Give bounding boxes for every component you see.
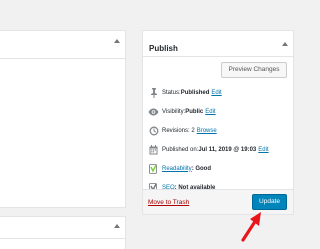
visibility-edit-link[interactable]: Edit — [205, 109, 215, 115]
editor-panel — [0, 30, 126, 208]
status-row: Status: Published Edit — [148, 83, 293, 102]
published-on-row: Published on: Jul 11, 2019 @ 19:03 Edit — [148, 140, 293, 159]
published-on-value: Jul 11, 2019 @ 19:03 — [198, 146, 257, 153]
visibility-value: Public — [185, 108, 204, 115]
metabox-panel — [0, 216, 126, 249]
collapse-arrow-icon[interactable] — [282, 42, 288, 46]
revisions-browse-link[interactable]: Browse — [197, 128, 217, 134]
update-button[interactable]: Update — [252, 194, 287, 210]
preview-changes-button[interactable]: Preview Changes — [221, 62, 287, 78]
status-label: Status: — [162, 89, 181, 96]
yoast-traffic-light-icon — [148, 163, 159, 174]
red-arrow-icon — [241, 212, 261, 242]
publish-box: Publish Preview Changes Status: Publishe… — [142, 30, 294, 215]
readability-row: Readability : Good — [148, 159, 293, 178]
collapse-arrow-icon[interactable] — [114, 224, 120, 228]
history-icon — [148, 125, 159, 136]
collapse-arrow-icon[interactable] — [114, 39, 120, 43]
published-on-edit-link[interactable]: Edit — [258, 147, 268, 153]
publish-box-footer: Move to Trash Update — [143, 189, 293, 214]
visibility-label: Visibility: — [162, 108, 186, 115]
calendar-icon — [148, 144, 159, 155]
move-to-trash-link[interactable]: Move to Trash — [148, 199, 189, 206]
metabox-panel-header[interactable] — [0, 217, 125, 239]
publish-info-list: Status: Published Edit Visibility: Publi… — [143, 83, 293, 197]
pin-icon — [148, 87, 159, 98]
revisions-label: Revisions: 2 — [162, 127, 195, 134]
readability-value: : Good — [191, 165, 212, 172]
eye-icon — [148, 106, 159, 117]
status-edit-link[interactable]: Edit — [211, 90, 221, 96]
published-on-label: Published on: — [162, 146, 199, 153]
visibility-row: Visibility: Public Edit — [148, 102, 293, 121]
editor-panel-header[interactable] — [0, 31, 125, 59]
publish-title: Publish — [149, 44, 178, 53]
editor-page: Publish Preview Changes Status: Publishe… — [0, 0, 300, 249]
preview-row: Preview Changes — [143, 57, 293, 83]
readability-link[interactable]: Readability — [162, 166, 192, 172]
publish-box-header[interactable]: Publish — [143, 31, 293, 57]
status-value: Published — [180, 89, 210, 96]
revisions-row: Revisions: 2 Browse — [148, 121, 293, 140]
